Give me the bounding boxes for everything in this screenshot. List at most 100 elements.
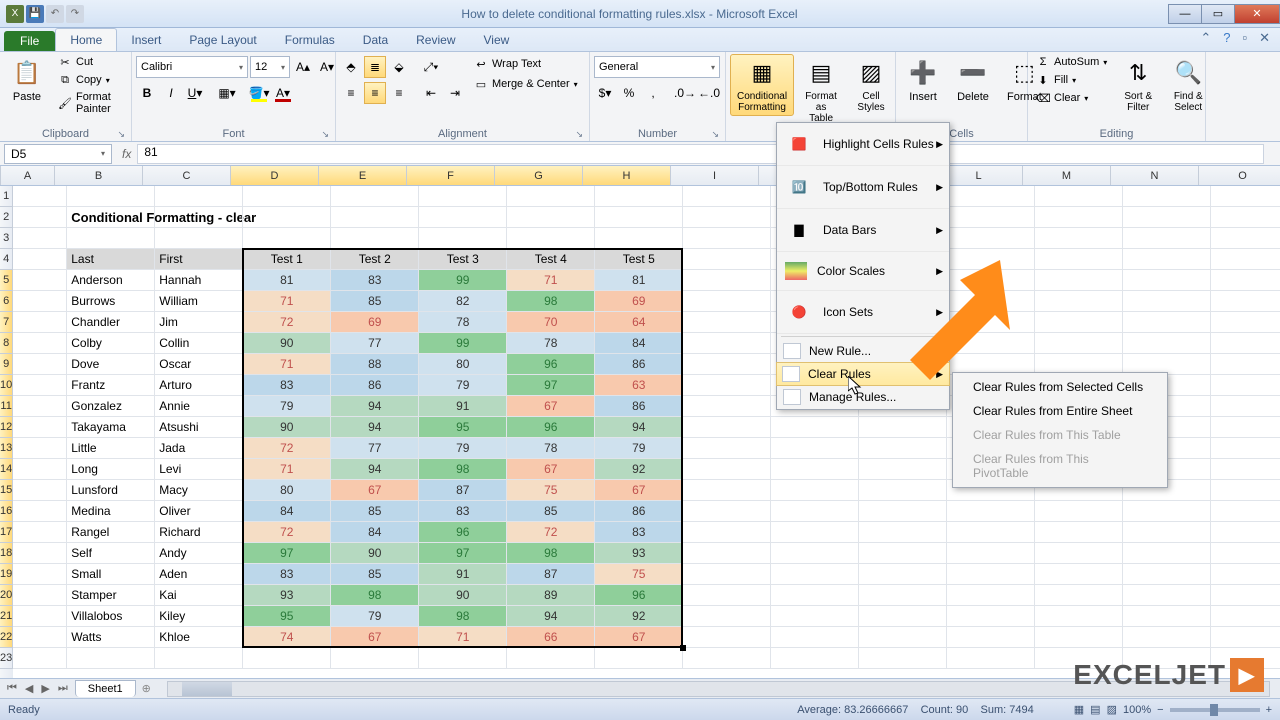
cell-K19[interactable]: [859, 564, 947, 585]
cell-H11[interactable]: 86: [595, 396, 683, 417]
cell-H5[interactable]: 81: [595, 270, 683, 291]
cell-J17[interactable]: [771, 522, 859, 543]
cell-L17[interactable]: [947, 522, 1035, 543]
cell-A5[interactable]: [13, 270, 67, 291]
view-layout-icon[interactable]: ▤: [1090, 703, 1100, 716]
close-button[interactable]: ✕: [1234, 4, 1280, 24]
row-header-13[interactable]: 13: [0, 438, 13, 459]
cell-C13[interactable]: Jada: [155, 438, 243, 459]
row-header-9[interactable]: 9: [0, 354, 13, 375]
cell-E2[interactable]: [331, 207, 419, 228]
cell-E10[interactable]: 86: [331, 375, 419, 396]
cell-H7[interactable]: 64: [595, 312, 683, 333]
cell-H6[interactable]: 69: [595, 291, 683, 312]
cell-H9[interactable]: 86: [595, 354, 683, 375]
cell-O1[interactable]: [1211, 186, 1280, 207]
cell-O18[interactable]: [1211, 543, 1280, 564]
cell-L6[interactable]: [947, 291, 1035, 312]
align-right-icon[interactable]: ≡: [388, 82, 410, 104]
cell-I6[interactable]: [683, 291, 771, 312]
cell-L8[interactable]: [947, 333, 1035, 354]
cell-K21[interactable]: [859, 606, 947, 627]
cell-D6[interactable]: 71: [243, 291, 331, 312]
ribbon-minimize-icon[interactable]: ⌃: [1196, 30, 1215, 46]
cell-O2[interactable]: [1211, 207, 1280, 228]
cell-L1[interactable]: [947, 186, 1035, 207]
align-left-icon[interactable]: ≡: [340, 82, 362, 104]
cell-O4[interactable]: [1211, 249, 1280, 270]
cell-H10[interactable]: 63: [595, 375, 683, 396]
cell-D7[interactable]: 72: [243, 312, 331, 333]
cell-N3[interactable]: [1123, 228, 1211, 249]
column-header-G[interactable]: G: [495, 166, 583, 185]
cell-J22[interactable]: [771, 627, 859, 648]
cell-B4[interactable]: Last: [67, 249, 155, 270]
cell-D10[interactable]: 83: [243, 375, 331, 396]
cell-I11[interactable]: [683, 396, 771, 417]
cell-O14[interactable]: [1211, 459, 1280, 480]
cell-I3[interactable]: [683, 228, 771, 249]
cell-B5[interactable]: Anderson: [67, 270, 155, 291]
cell-F18[interactable]: 97: [419, 543, 507, 564]
cell-F12[interactable]: 95: [419, 417, 507, 438]
row-header-22[interactable]: 22: [0, 627, 13, 648]
cell-E9[interactable]: 88: [331, 354, 419, 375]
cell-O6[interactable]: [1211, 291, 1280, 312]
cell-O22[interactable]: [1211, 627, 1280, 648]
cell-A13[interactable]: [13, 438, 67, 459]
cell-N6[interactable]: [1123, 291, 1211, 312]
cell-D23[interactable]: [243, 648, 331, 669]
column-header-F[interactable]: F: [407, 166, 495, 185]
cell-C7[interactable]: Jim: [155, 312, 243, 333]
cell-A6[interactable]: [13, 291, 67, 312]
cell-G16[interactable]: 85: [507, 501, 595, 522]
border-button[interactable]: ▦▾: [216, 82, 238, 104]
cell-D12[interactable]: 90: [243, 417, 331, 438]
cell-G3[interactable]: [507, 228, 595, 249]
cell-L2[interactable]: [947, 207, 1035, 228]
cell-N19[interactable]: [1123, 564, 1211, 585]
cell-L16[interactable]: [947, 501, 1035, 522]
cell-B15[interactable]: Lunsford: [67, 480, 155, 501]
cell-B1[interactable]: [67, 186, 155, 207]
cell-K17[interactable]: [859, 522, 947, 543]
cell-A23[interactable]: [13, 648, 67, 669]
cell-H22[interactable]: 67: [595, 627, 683, 648]
cell-D17[interactable]: 72: [243, 522, 331, 543]
cell-C20[interactable]: Kai: [155, 585, 243, 606]
cell-B16[interactable]: Medina: [67, 501, 155, 522]
format-painter-button[interactable]: 🖌Format Painter: [54, 90, 127, 116]
cell-K13[interactable]: [859, 438, 947, 459]
cell-G11[interactable]: 67: [507, 396, 595, 417]
cell-J15[interactable]: [771, 480, 859, 501]
cell-I10[interactable]: [683, 375, 771, 396]
column-header-O[interactable]: O: [1199, 166, 1280, 185]
cell-O3[interactable]: [1211, 228, 1280, 249]
clear-selected-cells[interactable]: Clear Rules from Selected Cells: [953, 375, 1167, 399]
cell-E12[interactable]: 94: [331, 417, 419, 438]
cell-F8[interactable]: 99: [419, 333, 507, 354]
cell-L19[interactable]: [947, 564, 1035, 585]
row-header-5[interactable]: 5: [0, 270, 13, 291]
cell-G4[interactable]: Test 4: [507, 249, 595, 270]
cell-F1[interactable]: [419, 186, 507, 207]
cell-C21[interactable]: Kiley: [155, 606, 243, 627]
cell-E5[interactable]: 83: [331, 270, 419, 291]
cell-D15[interactable]: 80: [243, 480, 331, 501]
window-restore-icon[interactable]: ▫: [1238, 30, 1251, 46]
alignment-launcher-icon[interactable]: ↘: [575, 129, 583, 140]
cell-G6[interactable]: 98: [507, 291, 595, 312]
cell-F22[interactable]: 71: [419, 627, 507, 648]
cell-F14[interactable]: 98: [419, 459, 507, 480]
cell-J23[interactable]: [771, 648, 859, 669]
cell-B3[interactable]: [67, 228, 155, 249]
cell-A11[interactable]: [13, 396, 67, 417]
cell-B13[interactable]: Little: [67, 438, 155, 459]
cell-K18[interactable]: [859, 543, 947, 564]
cell-D20[interactable]: 93: [243, 585, 331, 606]
cell-E4[interactable]: Test 2: [331, 249, 419, 270]
row-header-3[interactable]: 3: [0, 228, 13, 249]
formula-input[interactable]: 81: [137, 144, 1264, 164]
tab-formulas[interactable]: Formulas: [271, 29, 349, 51]
cell-I5[interactable]: [683, 270, 771, 291]
